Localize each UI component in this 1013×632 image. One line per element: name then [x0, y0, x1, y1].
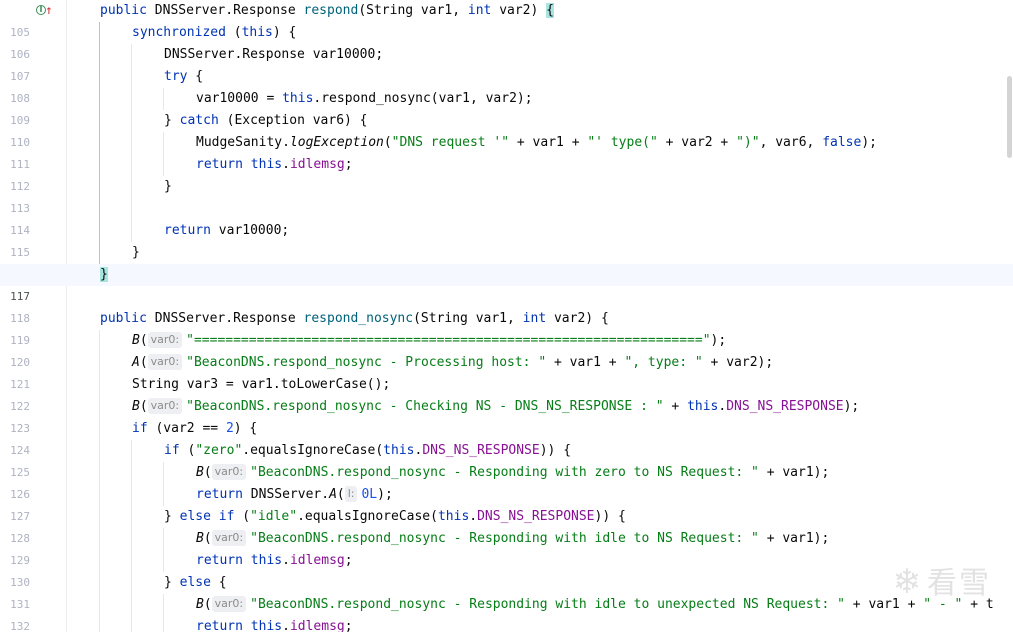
- snowflake-logo-icon: ❄: [892, 562, 923, 602]
- code-line[interactable]: 113 }: [0, 176, 1013, 215]
- parameter-hint: var0:: [147, 398, 183, 414]
- code-text: }: [132, 245, 140, 260]
- code-line[interactable]: 127 return DNSServer.A(l: 0L);: [0, 484, 1013, 523]
- code-line[interactable]: 132 B(var0: "BeaconDNS.respond_nosync - R…: [0, 594, 1013, 632]
- code-text: synchronized (this) {: [132, 25, 297, 40]
- code-line[interactable]: 130 return this.idlemsg;: [0, 550, 1013, 589]
- code-line[interactable]: 114: [0, 198, 1013, 237]
- code-line[interactable]: 112 return this.idlemsg;: [0, 154, 1013, 193]
- code-text: B(var0: "BeaconDNS.respond_nosync - Check…: [132, 398, 860, 414]
- code-line[interactable]: 120 B(var0: "============================…: [0, 330, 1013, 369]
- code-line[interactable]: 108 try {: [0, 66, 1013, 105]
- code-line[interactable]: 121 A(var0: "BeaconDNS.respond_nosync - P…: [0, 352, 1013, 391]
- code-text: A(var0: "BeaconDNS.respond_nosync - Proce…: [132, 354, 774, 370]
- parameter-hint: var0:: [211, 464, 247, 480]
- code-line[interactable]: 110 } catch (Exception var6) {: [0, 110, 1013, 149]
- code-line[interactable]: 122 String var3 = var1.toLowerCase();: [0, 374, 1013, 413]
- code-text: } else if ("idle".equalsIgnoreCase(this.…: [164, 509, 626, 524]
- code-text: public DNSServer.Response respond_nosync…: [100, 311, 609, 326]
- code-line[interactable]: 123 B(var0: "BeaconDNS.respond_nosync - C…: [0, 396, 1013, 435]
- code-line[interactable]: 105 I ↑ public DNSServer.Response respond…: [0, 0, 1013, 39]
- parameter-hint: var0:: [147, 332, 183, 348]
- parameter-hint: var0:: [147, 354, 183, 370]
- code-text: B(var0: "BeaconDNS.respond_nosync - Respo…: [196, 530, 830, 546]
- code-text: DNSServer.Response var10000;: [164, 47, 384, 62]
- code-text: }: [164, 179, 172, 194]
- matched-brace: }: [100, 267, 108, 282]
- watermark: ❄ 看雪: [892, 562, 991, 602]
- code-text: B(var0: "================================…: [132, 332, 727, 348]
- code-editor[interactable]: 105 I ↑ public DNSServer.Response respond…: [0, 0, 1013, 632]
- current-code-line[interactable]: 117 }: [0, 264, 1013, 303]
- override-method-icon[interactable]: I ↑: [36, 3, 53, 17]
- code-line[interactable]: 118: [0, 286, 1013, 325]
- matched-brace: {: [546, 3, 554, 18]
- code-line[interactable]: 129 B(var0: "BeaconDNS.respond_nosync - R…: [0, 528, 1013, 567]
- code-text: try {: [164, 69, 204, 84]
- code-text: return this.idlemsg;: [196, 553, 353, 568]
- code-line[interactable]: 106 synchronized (this) {: [0, 22, 1013, 61]
- code-text: } else {: [164, 575, 227, 590]
- code-text: public DNSServer.Response respond(String…: [100, 3, 554, 18]
- code-line[interactable]: 111 MudgeSanity.logException("DNS reques…: [0, 132, 1013, 171]
- code-text: return this.idlemsg;: [196, 157, 353, 172]
- scrollbar-thumb[interactable]: [1007, 76, 1012, 158]
- code-text: } catch (Exception var6) {: [164, 113, 368, 128]
- code-text: return this.idlemsg;: [196, 619, 353, 632]
- code-text: }: [100, 264, 108, 286]
- code-text: String var3 = var1.toLowerCase();: [132, 377, 391, 392]
- code-text: return var10000;: [164, 223, 290, 238]
- code-line[interactable]: 109 var10000 = this.respond_nosync(var1,…: [0, 88, 1013, 127]
- code-line[interactable]: 133 return this.idlemsg;: [0, 616, 1013, 632]
- parameter-hint: var0:: [211, 530, 247, 546]
- code-line[interactable]: 124 if (var2 == 2) {: [0, 418, 1013, 457]
- code-text: MudgeSanity.logException("DNS request '"…: [196, 135, 877, 150]
- parameter-hint: var0:: [211, 596, 247, 612]
- code-text: B(var0: "BeaconDNS.respond_nosync - Respo…: [196, 596, 994, 612]
- code-text: if (var2 == 2) {: [132, 421, 258, 436]
- vertical-scrollbar[interactable]: [1003, 0, 1013, 632]
- code-line[interactable]: 126 B(var0: "BeaconDNS.respond_nosync - R…: [0, 462, 1013, 501]
- code-line[interactable]: 119 public DNSServer.Response respond_no…: [0, 308, 1013, 347]
- code-line[interactable]: 131 } else {: [0, 572, 1013, 611]
- parameter-hint: l:: [344, 486, 358, 502]
- code-line[interactable]: 115 return var10000;: [0, 220, 1013, 259]
- code-text: return DNSServer.A(l: 0L);: [196, 486, 393, 502]
- code-line[interactable]: 107 DNSServer.Response var10000;: [0, 44, 1013, 83]
- code-text: if ("zero".equalsIgnoreCase(this.DNS_NS_…: [164, 443, 572, 458]
- code-line[interactable]: 116 }: [0, 242, 1013, 281]
- code-line[interactable]: 128 } else if ("idle".equalsIgnoreCase(t…: [0, 506, 1013, 545]
- code-text: var10000 = this.respond_nosync(var1, var…: [196, 91, 533, 106]
- code-text: B(var0: "BeaconDNS.respond_nosync - Respo…: [196, 464, 830, 480]
- code-line[interactable]: 125 if ("zero".equalsIgnoreCase(this.DNS…: [0, 440, 1013, 479]
